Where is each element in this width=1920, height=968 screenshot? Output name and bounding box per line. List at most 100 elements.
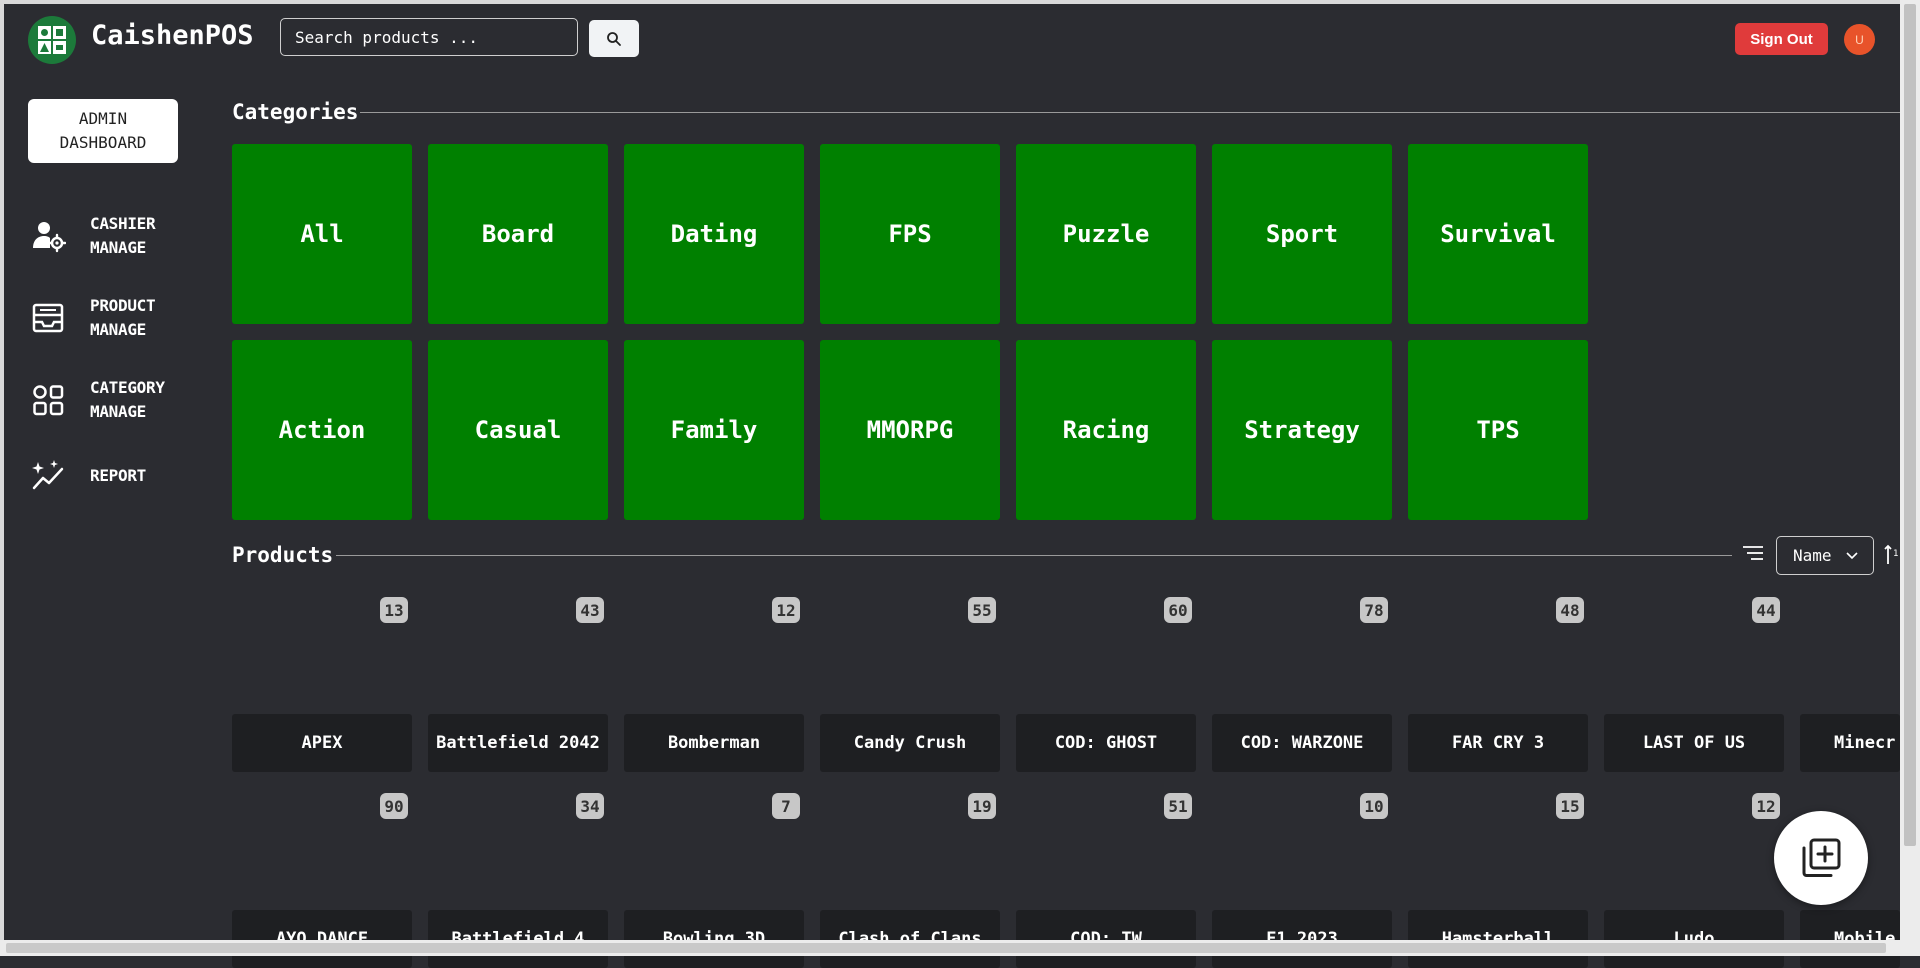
category-tile[interactable]: Action (232, 340, 412, 520)
stock-badge: 13 (380, 597, 408, 623)
category-tile-label: Sport (1265, 220, 1339, 248)
stock-badge: 10 (1360, 793, 1388, 819)
product-card[interactable]: Battlefield 2042 (428, 714, 608, 772)
product-card[interactable]: Mobile L (1800, 910, 1900, 968)
product-name: LAST OF US (1642, 733, 1746, 753)
stock-badge: 12 (772, 597, 800, 623)
search-input[interactable] (280, 18, 578, 56)
product-card[interactable]: APEX (232, 714, 412, 772)
category-tile[interactable]: Sport (1212, 144, 1392, 324)
sidebar-item-product-manage[interactable]: PRODUCT MANAGE (28, 294, 156, 342)
category-tile[interactable]: Casual (428, 340, 608, 520)
category-tile-label: Survival (1440, 220, 1556, 248)
product-card[interactable]: Minecr (1800, 714, 1900, 772)
logo-icon (38, 26, 66, 54)
sidebar-item-report[interactable]: REPORT (28, 456, 146, 496)
category-tile[interactable]: All (232, 144, 412, 324)
add-box-icon (1802, 838, 1841, 877)
stock-badge: 78 (1360, 597, 1388, 623)
product-name: Battlefield 2042 (436, 733, 600, 753)
category-tile-label: Action (278, 416, 366, 444)
product-card[interactable]: COD: TW (1016, 910, 1196, 968)
category-tile[interactable]: MMORPG (820, 340, 1000, 520)
product-card[interactable]: Hamsterball (1408, 910, 1588, 968)
category-tile[interactable]: Dating (624, 144, 804, 324)
stock-badge: 55 (968, 597, 996, 623)
product-card[interactable]: Bomberman (624, 714, 804, 772)
sort-select[interactable]: Name (1776, 536, 1874, 575)
svg-text:1: 1 (1893, 549, 1898, 559)
section-divider (360, 112, 1900, 113)
window-frame-top (0, 0, 1920, 4)
sparkle-chart-icon (28, 456, 68, 496)
category-tile[interactable]: Puzzle (1016, 144, 1196, 324)
sidebar-item-label: MANAGE (90, 238, 146, 257)
section-divider (336, 555, 1732, 556)
stock-badge: 43 (576, 597, 604, 623)
category-tile[interactable]: Board (428, 144, 608, 324)
category-tile[interactable]: Family (624, 340, 804, 520)
product-card[interactable]: Bowling 3D (624, 910, 804, 968)
category-tile-label: Racing (1062, 416, 1150, 444)
stock-badge: 44 (1752, 597, 1780, 623)
stock-badge: 7 (772, 793, 800, 819)
products-title: Products (232, 543, 334, 567)
product-card[interactable]: FAR CRY 3 (1408, 714, 1588, 772)
category-tile[interactable]: Strategy (1212, 340, 1392, 520)
category-tile-label: TPS (1476, 416, 1520, 444)
product-card[interactable]: AYO DANCE (232, 910, 412, 968)
stock-badge: 48 (1556, 597, 1584, 623)
app-logo[interactable] (28, 16, 76, 64)
search-button[interactable] (589, 20, 639, 57)
category-tile-label: Dating (670, 220, 758, 248)
sidebar-item-label: CASHIER (90, 214, 156, 233)
category-tile-label: Casual (474, 416, 562, 444)
product-card[interactable]: F1 2023 (1212, 910, 1392, 968)
inbox-tray-icon (28, 298, 68, 338)
add-product-button[interactable] (1774, 811, 1868, 905)
sidebar-item-label: REPORT (90, 466, 146, 485)
sidebar-item-category-manage[interactable]: CATEGORY MANAGE (28, 376, 165, 424)
stock-badge: 12 (1752, 793, 1780, 819)
product-card[interactable]: LAST OF US (1604, 714, 1784, 772)
product-name: Minecr (1834, 733, 1896, 753)
window-frame-left (0, 0, 4, 956)
vertical-scrollbar-thumb[interactable] (1904, 4, 1916, 846)
sort-direction-icon[interactable]: 1 (1884, 544, 1900, 570)
sidebar-item-cashier-manage[interactable]: CASHIER MANAGE (28, 212, 156, 260)
avatar[interactable]: U (1844, 24, 1875, 55)
stock-badge: 60 (1164, 597, 1192, 623)
category-tile[interactable]: TPS (1408, 340, 1588, 520)
product-name: APEX (301, 733, 343, 753)
sign-out-button[interactable]: Sign Out (1735, 23, 1828, 55)
category-tile-label: FPS (888, 220, 932, 248)
admin-dashboard-button[interactable]: ADMIN DASHBOARD (28, 99, 178, 163)
category-tile[interactable]: Racing (1016, 340, 1196, 520)
stock-badge: 19 (968, 793, 996, 819)
horizontal-scrollbar-thumb[interactable] (6, 943, 1886, 953)
product-card[interactable]: COD: GHOST (1016, 714, 1196, 772)
category-tile[interactable]: FPS (820, 144, 1000, 324)
app-brand[interactable]: CaishenPOS (91, 20, 254, 51)
stock-badge: 15 (1556, 793, 1584, 819)
product-name: Bomberman (667, 733, 761, 753)
category-tile[interactable]: Survival (1408, 144, 1588, 324)
sort-select-value: Name (1793, 546, 1832, 565)
stock-badge: 90 (380, 793, 408, 819)
category-tile-label: All (300, 220, 344, 248)
categories-title: Categories (232, 100, 359, 124)
sidebar-item-label: MANAGE (90, 402, 146, 421)
category-tile-label: MMORPG (866, 416, 954, 444)
category-grid-icon (28, 380, 68, 420)
product-card[interactable]: Ludo (1604, 910, 1784, 968)
product-card[interactable]: Battlefield 4 (428, 910, 608, 968)
category-tile-label: Family (670, 416, 758, 444)
filter-icon[interactable] (1742, 544, 1764, 566)
product-card[interactable]: COD: WARZONE (1212, 714, 1392, 772)
category-tile-label: Board (481, 220, 555, 248)
product-card[interactable]: Clash of Clans (820, 910, 1000, 968)
product-name: COD: GHOST (1054, 733, 1158, 753)
chevron-down-icon (1845, 551, 1858, 559)
product-card[interactable]: Candy Crush (820, 714, 1000, 772)
admin-dashboard-label-line2: DASHBOARD (59, 133, 147, 152)
